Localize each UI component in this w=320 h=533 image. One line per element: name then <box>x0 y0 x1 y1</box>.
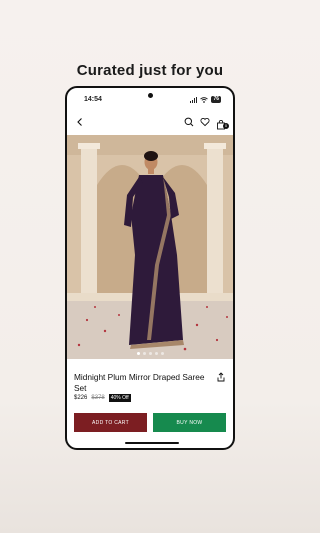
discount-badge: 40% Off <box>108 394 131 402</box>
carousel-dot[interactable] <box>161 352 164 355</box>
top-nav: 0 <box>67 115 233 131</box>
wifi-icon <box>200 96 209 103</box>
search-icon[interactable] <box>184 117 194 127</box>
headline: Curated just for you <box>76 62 224 79</box>
status-indicators: 76 <box>190 96 221 103</box>
image-carousel-dots[interactable] <box>137 352 164 355</box>
current-price: $226 <box>74 395 88 401</box>
signal-icon <box>190 96 198 103</box>
cart-count-badge: 0 <box>223 123 229 129</box>
chevron-left-icon[interactable] <box>75 117 85 127</box>
heart-icon[interactable] <box>200 117 210 127</box>
status-time: 14:54 <box>84 96 102 103</box>
original-price: $378 <box>91 395 105 401</box>
product-title: Midnight Plum Mirror Draped Saree Set <box>74 372 205 393</box>
product-image[interactable] <box>67 135 235 359</box>
status-bar: 14:54 76 <box>67 96 233 106</box>
price-row: $226 $378 40% Off <box>74 394 131 402</box>
buy-now-button[interactable]: BUY NOW <box>153 413 226 432</box>
carousel-dot[interactable] <box>149 352 152 355</box>
phone-frame: 14:54 76 0 Midnight Plum Mirror Draped S… <box>65 86 235 450</box>
home-indicator <box>125 442 179 444</box>
carousel-dot[interactable] <box>155 352 158 355</box>
add-to-cart-button[interactable]: ADD TO CART <box>74 413 147 432</box>
battery-icon: 76 <box>211 96 221 103</box>
share-icon[interactable] <box>216 372 226 382</box>
carousel-dot-active[interactable] <box>137 352 140 355</box>
carousel-dot[interactable] <box>143 352 146 355</box>
cart-button[interactable]: 0 <box>216 117 229 130</box>
